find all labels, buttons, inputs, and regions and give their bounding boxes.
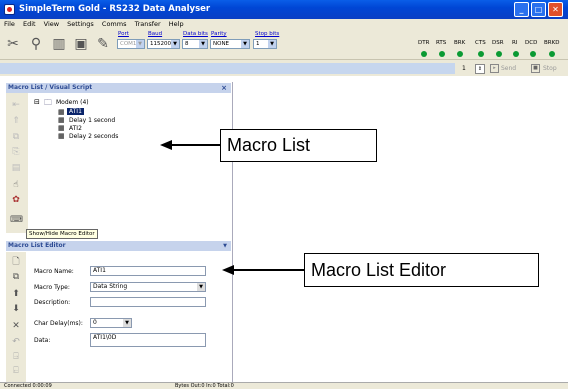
bytes-status: Bytes Out:0 In:0 Total:0 <box>175 383 234 389</box>
connection-status: Connected 0:00:09 <box>4 383 52 389</box>
status-bar: Connected 0:00:09 Bytes Out:0 In:0 Total… <box>0 382 568 389</box>
macro-editor-arrowhead <box>222 265 234 275</box>
callout-arrows <box>160 140 304 275</box>
macro-list-arrowhead <box>160 140 172 150</box>
